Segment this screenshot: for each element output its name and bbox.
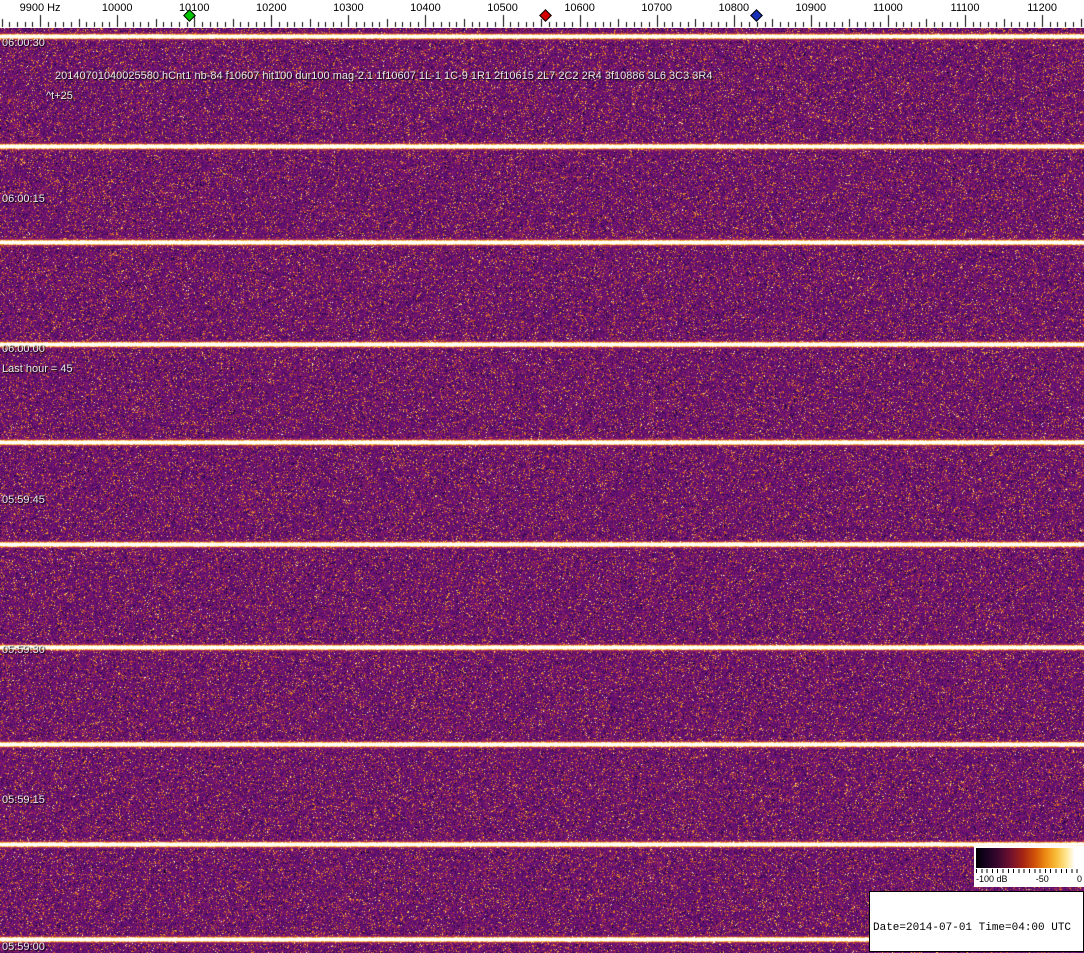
- freq-tick-label: 10700: [641, 2, 672, 14]
- time-label: 05:59:45: [2, 494, 45, 506]
- detection-annotation: 20140701040025580 hCnt1 nb-84 f10607 hit…: [55, 70, 712, 82]
- freq-tick-label: 10200: [256, 2, 287, 14]
- freq-tick-label: 11000: [873, 2, 903, 14]
- station-info-box: Date=2014-07-01 Time=04:00 UTC Freq=143 …: [869, 891, 1084, 952]
- colorbar-label-max: 0: [1077, 873, 1082, 885]
- spectrogram-canvas: [0, 28, 1084, 953]
- colorbar: -100 dB -50 0: [974, 846, 1084, 887]
- freq-tick-label: 9900 Hz: [20, 2, 61, 14]
- freq-tick-label: 11100: [951, 2, 980, 14]
- time-label: 05:59:15: [2, 794, 45, 806]
- time-label: 05:59:00: [2, 941, 45, 953]
- freq-tick-label: 10600: [564, 2, 595, 14]
- freq-tick-label: 10900: [796, 2, 827, 14]
- freq-tick-label: 10300: [333, 2, 364, 14]
- cursor-annotation: ^t+25: [46, 90, 73, 102]
- hour-count-label: Last hour = 45: [2, 363, 73, 375]
- freq-tick-label: 11200: [1027, 2, 1057, 14]
- time-label: 05:59:30: [2, 644, 45, 656]
- colorbar-labels: -100 dB -50 0: [976, 873, 1082, 885]
- meteor-spectrogram-app: 9900 Hz 10000 10100 10200 10300 10400 10500 106…: [0, 0, 1084, 953]
- frequency-ruler[interactable]: 9900 Hz 10000 10100 10200 10300 10400 10500 106…: [0, 0, 1084, 28]
- freq-tick-label: 10100: [179, 2, 210, 14]
- freq-tick-label: 10500: [487, 2, 518, 14]
- freq-tick-label: 10400: [410, 2, 441, 14]
- colorbar-label-min: -100 dB: [976, 873, 1008, 885]
- freq-tick-label: 10800: [718, 2, 749, 14]
- time-label: 06:00:15: [2, 193, 45, 205]
- colorbar-label-mid: -50: [1036, 873, 1049, 885]
- freq-tick-label: 10000: [102, 2, 133, 14]
- time-label: 06:00:30: [2, 37, 45, 49]
- colorbar-gradient: [976, 848, 1082, 868]
- time-label: 06:00:00: [2, 343, 45, 355]
- info-line-date: Date=2014-07-01 Time=04:00 UTC: [873, 921, 1080, 935]
